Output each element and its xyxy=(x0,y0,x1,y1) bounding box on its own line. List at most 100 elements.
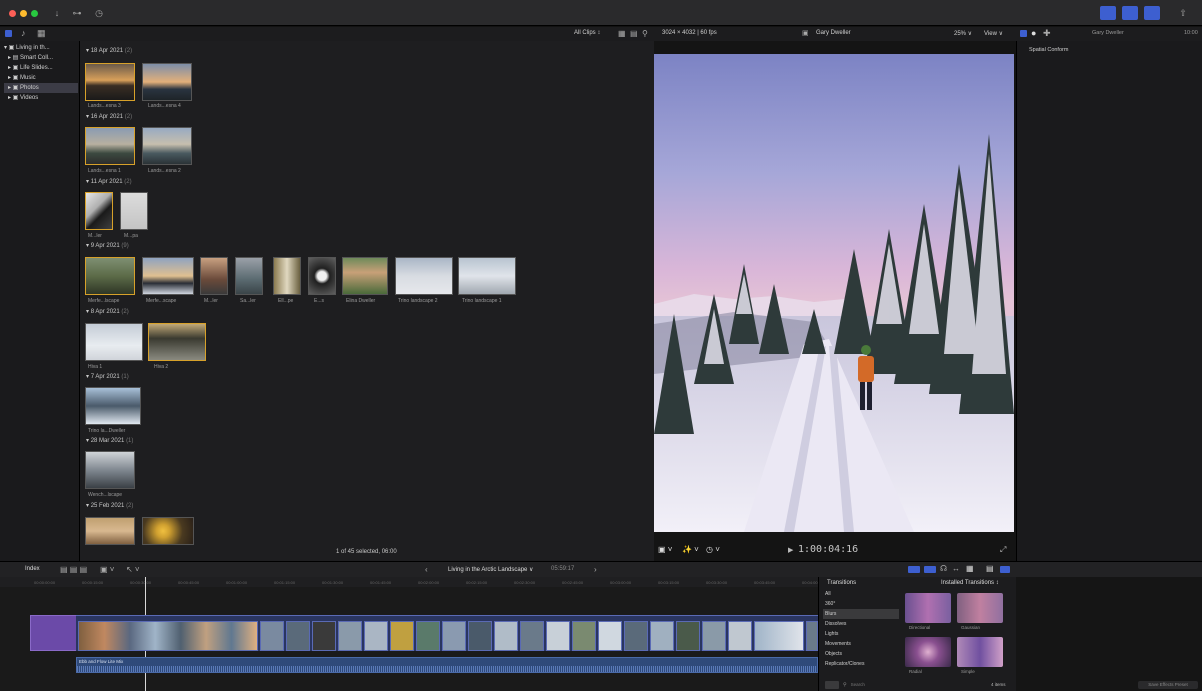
sidebar-toggle-icon[interactable] xyxy=(825,681,839,689)
photos-audio-icon[interactable]: ♪ xyxy=(21,28,26,38)
share-icon[interactable]: ⇧ xyxy=(1176,7,1190,20)
clip-thumbnail[interactable] xyxy=(85,63,135,101)
edit-dropdown-icon[interactable]: ▣ ˅ xyxy=(100,565,114,574)
library-item-videos[interactable]: ▸ ▣ Videos xyxy=(4,93,78,103)
audio-skimming-icon[interactable] xyxy=(908,566,920,573)
view-menu[interactable]: View ∨ xyxy=(984,30,1003,37)
timeline-ruler[interactable]: 00:00:00:00 00:00:15:00 00:00:30:00 00:0… xyxy=(0,577,823,587)
timeline-clip[interactable] xyxy=(260,621,284,651)
layout-inspector-button[interactable] xyxy=(1144,6,1160,20)
clip-thumbnail[interactable] xyxy=(395,257,453,295)
clip-thumbnail[interactable] xyxy=(458,257,516,295)
filmstrip-icon[interactable]: ▤ xyxy=(630,29,638,38)
timeline-clip[interactable] xyxy=(312,621,336,651)
layout-library-button[interactable] xyxy=(1100,6,1116,20)
minimize-window-button[interactable] xyxy=(20,10,27,17)
timeline-clip[interactable] xyxy=(390,621,414,651)
title-clip[interactable] xyxy=(30,615,78,651)
date-group-header[interactable]: ▾ 16 Apr 2021 (2) xyxy=(86,113,132,120)
timeline-clip[interactable] xyxy=(442,621,466,651)
zoom-window-button[interactable] xyxy=(31,10,38,17)
search-input[interactable]: Search xyxy=(851,682,865,687)
clip-thumbnail[interactable] xyxy=(85,517,135,545)
clip-thumbnail[interactable] xyxy=(235,257,263,295)
timeline-clip[interactable] xyxy=(520,621,544,651)
clip-thumbnail[interactable] xyxy=(142,257,194,295)
layout-timeline-button[interactable] xyxy=(1122,6,1138,20)
libraries-icon[interactable] xyxy=(5,30,12,37)
project-name[interactable]: Living in the Arctic Landscape ∨ xyxy=(448,566,533,573)
timeline[interactable]: 00:00:00:00 00:00:15:00 00:00:30:00 00:0… xyxy=(0,577,823,691)
clip-filter-select[interactable]: All Clips ↕ xyxy=(574,30,600,36)
solo-icon[interactable] xyxy=(924,566,936,573)
clip-thumbnail[interactable] xyxy=(85,192,113,230)
transition-gaussian[interactable] xyxy=(957,593,1003,623)
date-group-header[interactable]: ▾ 11 Apr 2021 (2) xyxy=(86,178,132,185)
timeline-clip[interactable] xyxy=(78,621,258,651)
effects-browser-icon[interactable]: ▤ xyxy=(986,564,994,573)
clip-thumbnail[interactable] xyxy=(85,127,135,165)
date-group-header[interactable]: ▾ 28 Mar 2021 (1) xyxy=(86,437,133,444)
keyword-icon[interactable]: ⊶ xyxy=(70,7,84,20)
view-options-icon[interactable]: ▣ ˅ xyxy=(658,545,672,554)
clip-thumbnail[interactable] xyxy=(342,257,388,295)
timeline-clip[interactable] xyxy=(598,621,622,651)
category-lights[interactable]: Lights xyxy=(823,629,899,639)
zoom-select[interactable]: 25% ∨ xyxy=(954,30,972,37)
transform-tool-icon[interactable]: ✨ ˅ xyxy=(682,545,699,554)
transition-simple[interactable] xyxy=(957,637,1003,667)
video-inspector-icon[interactable] xyxy=(1020,30,1027,37)
timeline-clip[interactable] xyxy=(494,621,518,651)
effects-search[interactable]: ⚲ Search xyxy=(843,681,953,689)
category-dissolves[interactable]: Dissolves xyxy=(823,619,899,629)
library-item-smart-collections[interactable]: ▸ ▤ Smart Coll... xyxy=(4,53,78,63)
headphones-icon[interactable]: ☊ xyxy=(940,564,947,573)
date-group-header[interactable]: ▾ 8 Apr 2021 (2) xyxy=(86,308,129,315)
timeline-clip[interactable] xyxy=(806,621,818,651)
clip-thumbnail[interactable] xyxy=(148,323,206,361)
timeline-clip[interactable] xyxy=(702,621,726,651)
timeline-clip[interactable] xyxy=(676,621,700,651)
transitions-browser-icon[interactable] xyxy=(1000,566,1010,573)
date-group-header[interactable]: ▾ 7 Apr 2021 (1) xyxy=(86,373,129,380)
clip-thumbnail[interactable] xyxy=(142,517,194,545)
clip-thumbnail[interactable] xyxy=(85,257,135,295)
connect-clip-icon[interactable]: ▤ ▤ ▤ xyxy=(60,565,87,574)
timeline-clip[interactable] xyxy=(416,621,440,651)
clip-thumbnail[interactable] xyxy=(308,257,336,295)
date-group-header[interactable]: ▾ 25 Feb 2021 (2) xyxy=(86,502,133,509)
inspector-section-spatial-conform[interactable]: Spatial Conform xyxy=(1029,47,1068,53)
select-tool-icon[interactable]: ↖ ˅ xyxy=(126,565,140,574)
date-group-header[interactable]: ▾ 9 Apr 2021 (9) xyxy=(86,242,129,249)
library-item-music[interactable]: ▸ ▣ Music xyxy=(4,73,78,83)
timeline-clip[interactable] xyxy=(286,621,310,651)
timeline-clip[interactable] xyxy=(754,621,804,651)
timeline-clip[interactable] xyxy=(468,621,492,651)
transform-icon[interactable]: ✚ xyxy=(1043,28,1051,39)
category-all[interactable]: All xyxy=(823,589,899,599)
clip-thumbnail[interactable] xyxy=(273,257,301,295)
clip-thumbnail[interactable] xyxy=(120,192,148,230)
index-button[interactable]: Index xyxy=(25,566,40,572)
timeline-clip[interactable] xyxy=(650,621,674,651)
clip-thumbnail[interactable] xyxy=(85,451,135,489)
close-window-button[interactable] xyxy=(9,10,16,17)
save-effects-preset-button[interactable]: Save Effects Preset xyxy=(1138,681,1198,689)
titles-generators-icon[interactable]: ▦ xyxy=(37,28,46,39)
clip-thumbnail[interactable] xyxy=(85,387,141,425)
library-item-photos[interactable]: ▸ ▣ Photos xyxy=(4,83,78,93)
clip-thumbnail[interactable] xyxy=(142,127,192,165)
category-objects[interactable]: Objects xyxy=(823,649,899,659)
background-tasks-icon[interactable]: ◷ xyxy=(92,7,106,20)
installed-transitions-select[interactable]: Installed Transitions ↕ xyxy=(941,580,999,586)
clip-appearance-timeline-icon[interactable]: ▦ xyxy=(966,564,974,573)
timeline-clip[interactable] xyxy=(546,621,570,651)
clip-thumbnail[interactable] xyxy=(200,257,228,295)
timeline-clip[interactable] xyxy=(338,621,362,651)
fullscreen-icon[interactable]: ⤢ xyxy=(1000,545,1006,555)
category-movements[interactable]: Movements xyxy=(823,639,899,649)
category-blurs[interactable]: Blurs xyxy=(823,609,899,619)
clip-thumbnail[interactable] xyxy=(85,323,143,361)
clip-appearance-icon[interactable]: ▦ xyxy=(618,29,626,38)
timeline-clip[interactable] xyxy=(624,621,648,651)
